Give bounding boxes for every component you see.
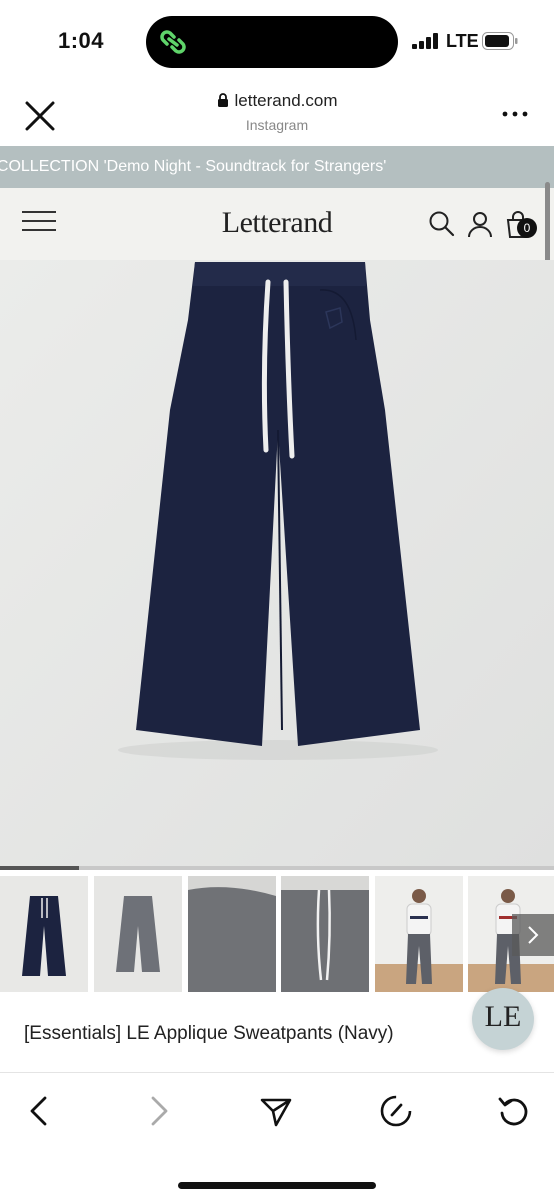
forward-icon[interactable] — [140, 1093, 176, 1129]
url-subtitle: Instagram — [245, 117, 309, 133]
product-title: [Essentials] LE Applique Sweatpants (Nav… — [24, 1023, 394, 1044]
url-bar[interactable]: letterand.com — [0, 91, 554, 111]
share-icon[interactable] — [258, 1093, 294, 1129]
thumbnail-3[interactable] — [188, 876, 276, 992]
battery-icon — [482, 32, 518, 50]
in-app-browser-header: letterand.com Instagram — [0, 82, 554, 146]
signal-icon — [412, 33, 438, 49]
chat-badge-label: LE — [484, 1000, 522, 1033]
lock-icon — [217, 93, 228, 107]
account-icon[interactable] — [466, 210, 494, 238]
more-icon[interactable] — [500, 104, 530, 124]
gallery-progress — [0, 866, 554, 870]
refresh-icon[interactable] — [496, 1093, 532, 1129]
thumbnail-2[interactable] — [94, 876, 182, 992]
cart-count-badge[interactable]: 0 — [517, 218, 537, 238]
chevron-right-icon[interactable] — [512, 914, 554, 956]
site-header: Letterand — [0, 188, 554, 260]
status-time: 1:04 — [58, 28, 105, 53]
url-domain: letterand.com — [234, 91, 338, 110]
thumbnail-strip — [0, 876, 554, 992]
thumbnail-1[interactable] — [0, 876, 88, 992]
announcement-banner[interactable]: / COLLECTION 'Demo Night - Soundtrack fo… — [0, 146, 554, 188]
network-label: LTE — [446, 31, 479, 51]
dynamic-island — [146, 16, 398, 68]
link-icon — [160, 30, 186, 54]
thumbnail-5[interactable] — [375, 876, 463, 992]
gallery-progress-fill — [0, 866, 80, 870]
thumbnail-4[interactable] — [281, 876, 369, 992]
product-image[interactable] — [0, 260, 554, 866]
sweatpants-photo — [0, 260, 554, 866]
browser-toolbar — [0, 1072, 554, 1200]
status-bar: 1:04 LTE — [0, 0, 554, 82]
announcement-text: / COLLECTION 'Demo Night - Soundtrack fo… — [0, 158, 387, 175]
speed-icon[interactable] — [378, 1093, 414, 1129]
chat-button[interactable]: LE — [472, 988, 534, 1050]
home-indicator[interactable] — [178, 1182, 376, 1189]
search-icon[interactable] — [428, 210, 456, 238]
back-icon[interactable] — [22, 1093, 58, 1129]
